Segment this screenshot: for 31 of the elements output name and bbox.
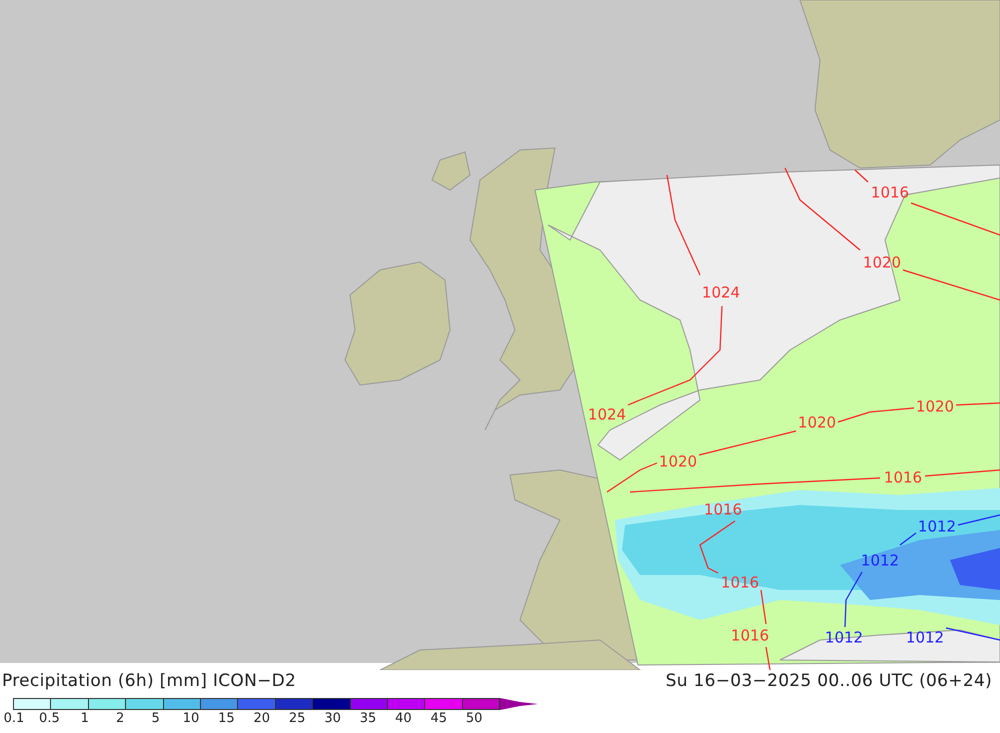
legend-tick-label: 25	[288, 711, 306, 726]
legend-tick-label: 0.5	[39, 711, 60, 726]
isobar-label: 1020	[658, 454, 698, 470]
isobar-label: 1020	[862, 256, 902, 270]
legend-tick-label: 2	[116, 711, 124, 726]
isobar-label: 1012	[906, 630, 944, 646]
isobar-label: 1020	[916, 400, 954, 414]
isobar-label: 1024	[702, 286, 740, 300]
isobar-label: 1012	[918, 520, 956, 534]
isobar-label: 1020	[798, 416, 836, 430]
isobar-label: 1016	[704, 502, 742, 518]
legend-tick-label: 15	[218, 711, 235, 726]
isobar-label: 1012	[860, 554, 900, 568]
map-title: Precipitation (6h) [mm] ICON−D2	[2, 670, 296, 693]
isobar-label: 1016	[720, 576, 760, 590]
legend-tick-label: 0.1	[4, 711, 24, 726]
isobar-label: 1016	[870, 186, 910, 200]
forecast-time: Su 16−03−2025 00..06 UTC (06+24)	[666, 670, 992, 693]
legend-tick-label: 30	[324, 711, 341, 726]
legend-tick-label: 35	[360, 711, 376, 726]
legend-tick-label: 40	[395, 711, 412, 726]
isobar-label: 1016	[884, 470, 922, 486]
isobar-label: 1012	[824, 630, 864, 646]
isobar-label: 1024	[588, 408, 626, 422]
legend-tick-label: 50	[466, 711, 482, 726]
legend-tick-label: 1	[80, 711, 89, 726]
legend-tick-label: 20	[254, 711, 270, 726]
legend-tick-label: 45	[430, 711, 448, 726]
legend-tick-label: 5	[151, 711, 160, 726]
legend-tick-label: 10	[182, 711, 200, 726]
isobar-label: 1016	[730, 628, 770, 644]
